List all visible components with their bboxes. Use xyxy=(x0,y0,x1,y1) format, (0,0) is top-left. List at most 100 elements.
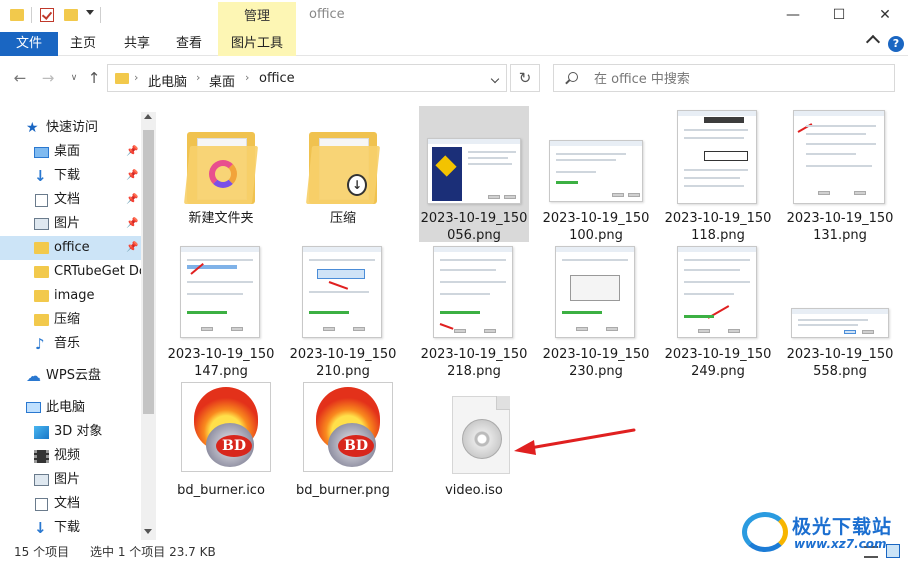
watermark-url: www.xz7.com xyxy=(794,537,887,551)
3d-objects-icon xyxy=(34,426,49,439)
recent-locations-button[interactable]: ∨ xyxy=(68,68,80,88)
file-item[interactable]: 2023-10-19_150100.png xyxy=(541,106,651,243)
tab-share[interactable]: 共享 xyxy=(112,32,162,56)
file-item[interactable]: 2023-10-19_150218.png xyxy=(419,242,529,379)
image-thumbnail xyxy=(180,246,260,338)
sidebar-item-wps-cloud[interactable]: ☁ WPS云盘 xyxy=(0,364,141,388)
properties-icon[interactable] xyxy=(40,8,54,22)
sidebar-item-desktop[interactable]: 桌面 📌 xyxy=(0,140,141,164)
sidebar-item-documents-pc[interactable]: 文档 xyxy=(0,492,141,516)
search-input[interactable] xyxy=(594,70,874,88)
file-item[interactable]: 2023-10-19_150118.png xyxy=(663,106,773,243)
sidebar-item-label: 文档 xyxy=(54,192,81,207)
scroll-up-icon[interactable] xyxy=(144,114,152,119)
folder-icon[interactable] xyxy=(10,9,24,21)
file-item[interactable]: BD bd_burner.png xyxy=(288,378,398,514)
sidebar-item-label: office xyxy=(54,240,90,255)
file-item[interactable]: 2023-10-19_150131.png xyxy=(785,106,895,243)
search-box[interactable] xyxy=(553,64,895,92)
file-name: bd_burner.ico xyxy=(177,483,265,498)
maximize-button[interactable]: ☐ xyxy=(816,0,862,30)
back-button[interactable]: ← xyxy=(12,68,28,88)
breadcrumb-this-pc[interactable]: 此电脑 xyxy=(148,71,187,90)
file-item[interactable]: 2023-10-19_150147.png xyxy=(166,242,276,379)
new-folder-icon[interactable] xyxy=(64,9,78,21)
file-name: 2023-10-19_150118.png xyxy=(664,211,772,243)
help-icon[interactable]: ? xyxy=(888,36,904,52)
file-name: 2023-10-19_150218.png xyxy=(420,347,528,379)
selection-info: 选中 1 个项目 23.7 KB xyxy=(90,545,216,559)
folder-icon xyxy=(34,266,49,278)
customize-quick-access-icon[interactable] xyxy=(86,10,94,15)
computer-icon xyxy=(26,402,41,413)
bd-burner-icon: BD xyxy=(181,382,271,474)
file-item[interactable]: 2023-10-19_150558.png xyxy=(785,242,895,379)
sidebar-item-label: 3D 对象 xyxy=(54,424,103,439)
forward-button[interactable]: → xyxy=(40,68,56,88)
sidebar-item-downloads-pc[interactable]: ↓ 下载 xyxy=(0,516,141,540)
folder-icon xyxy=(34,242,49,254)
sidebar-item-label: 桌面 xyxy=(54,144,81,159)
up-button[interactable]: ↑ xyxy=(86,68,102,88)
sidebar-item-label: 快速访问 xyxy=(46,120,99,135)
watermark: 极光下载站 www.xz7.com xyxy=(742,510,902,554)
desktop-icon xyxy=(34,147,49,158)
sidebar-scroll-thumb[interactable] xyxy=(143,130,154,414)
video-icon xyxy=(34,450,49,463)
image-thumbnail xyxy=(677,246,757,338)
divider xyxy=(31,7,32,23)
sidebar-item-this-pc[interactable]: 此电脑 xyxy=(0,396,141,420)
minimize-button[interactable]: — xyxy=(770,0,816,30)
red-arrow-annotation xyxy=(514,428,636,455)
sidebar-item-music[interactable]: ♪ 音乐 xyxy=(0,332,141,356)
sidebar-item-label: 压缩 xyxy=(54,312,81,327)
ribbon-tabs: 文件 主页 共享 查看 图片工具 ? xyxy=(0,32,908,56)
chevron-down-icon[interactable] xyxy=(490,74,500,84)
sidebar-item-compress[interactable]: 压缩 xyxy=(0,308,141,332)
file-name: 新建文件夹 xyxy=(188,211,254,226)
disc-image-icon xyxy=(432,386,516,478)
close-button[interactable]: ✕ xyxy=(862,0,908,30)
scroll-down-icon[interactable] xyxy=(144,529,152,534)
image-thumbnail xyxy=(427,138,521,204)
sidebar-item-3d-objects[interactable]: 3D 对象 xyxy=(0,420,141,444)
sidebar-item-office[interactable]: office 📌 xyxy=(0,236,141,260)
tab-manage[interactable]: 管理 xyxy=(218,2,296,32)
refresh-button[interactable]: ↻ xyxy=(510,64,540,92)
sidebar-item-image[interactable]: image xyxy=(0,284,141,308)
file-item[interactable]: 2023-10-19_150249.png xyxy=(663,242,773,379)
sidebar-item-downloads[interactable]: ↓ 下载 📌 xyxy=(0,164,141,188)
tab-home[interactable]: 主页 xyxy=(58,32,108,56)
breadcrumb-separator[interactable]: › xyxy=(196,71,200,84)
file-item[interactable]: ↓ 压缩 xyxy=(288,106,398,242)
tab-view[interactable]: 查看 xyxy=(164,32,214,56)
tab-file[interactable]: 文件 xyxy=(0,32,58,56)
file-item[interactable]: 2023-10-19_150230.png xyxy=(541,242,651,379)
image-thumbnail xyxy=(302,246,382,338)
sidebar-item-pictures-pc[interactable]: 图片 xyxy=(0,468,141,492)
sidebar-item-videos[interactable]: 视频 xyxy=(0,444,141,468)
breadcrumb-office[interactable]: office xyxy=(259,71,295,86)
navigation-pane: ★ 快速访问 桌面 📌 ↓ 下载 📌 文档 📌 图片 📌 office 📌 CR… xyxy=(0,112,156,540)
sidebar-item-quick-access[interactable]: ★ 快速访问 xyxy=(0,116,141,140)
breadcrumb-separator[interactable]: › xyxy=(245,71,249,84)
download-icon: ↓ xyxy=(34,167,47,185)
item-count: 15 个项目 xyxy=(14,545,70,559)
expand-ribbon-icon[interactable] xyxy=(865,34,881,50)
file-item[interactable]: 新建文件夹 xyxy=(166,106,276,242)
pin-icon: 📌 xyxy=(126,170,139,181)
sidebar-item-pictures[interactable]: 图片 📌 xyxy=(0,212,141,236)
tab-picture-tools[interactable]: 图片工具 xyxy=(218,32,296,56)
sidebar-item-crtubeget[interactable]: CRTubeGet Do xyxy=(0,260,141,284)
breadcrumb-separator[interactable]: › xyxy=(134,71,138,84)
breadcrumb-desktop[interactable]: 桌面 xyxy=(209,71,235,90)
file-name: video.iso xyxy=(445,483,503,498)
file-item[interactable]: BD bd_burner.ico xyxy=(166,378,276,514)
address-bar[interactable]: › 此电脑 › 桌面 › office xyxy=(107,64,507,92)
sidebar-item-label: 音乐 xyxy=(54,336,81,351)
star-icon: ★ xyxy=(26,120,39,136)
file-item[interactable]: 2023-10-19_150210.png xyxy=(288,242,398,379)
sidebar-item-documents[interactable]: 文档 📌 xyxy=(0,188,141,212)
file-item[interactable]: 2023-10-19_150056.png xyxy=(419,106,529,243)
sidebar-item-label: image xyxy=(54,288,95,303)
